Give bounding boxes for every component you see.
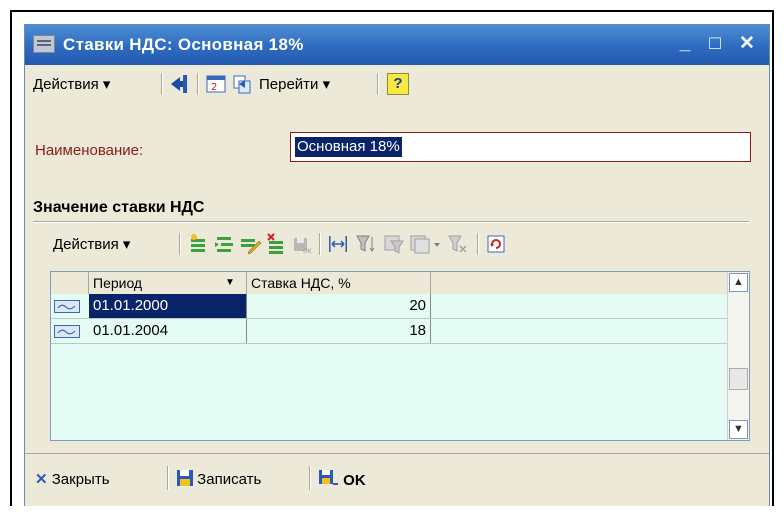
table-actions-label: Действия (53, 236, 119, 253)
header-rate[interactable]: Ставка НДС, % (247, 272, 431, 294)
minimize-button[interactable]: _ (673, 32, 697, 56)
svg-text:2: 2 (211, 82, 217, 93)
transfer-icon[interactable] (231, 73, 253, 95)
row-icon-cell (51, 294, 89, 318)
table-toolbar: Действия ▾ OK (27, 227, 767, 261)
toolbar-separator (179, 233, 181, 255)
scroll-up-icon[interactable]: ▲ (729, 273, 748, 292)
toolbar-separator (197, 73, 199, 95)
row-icon-cell (51, 319, 89, 343)
clear-filter-icon[interactable] (447, 233, 469, 255)
header-icon-column (51, 272, 89, 294)
save-close-icon (319, 470, 338, 485)
table-empty-area (51, 344, 727, 440)
toolbar-separator (477, 233, 479, 255)
table-row[interactable]: 01.01.2004 18 (51, 319, 727, 344)
scroll-thumb[interactable] (729, 368, 748, 390)
table-header: Период ▼ Ставка НДС, % (51, 272, 727, 295)
scroll-down-icon[interactable]: ▼ (729, 420, 748, 439)
catalog-icon (33, 35, 55, 53)
toolbar-separator (167, 466, 169, 490)
cell-period[interactable]: 01.01.2000 (89, 294, 247, 318)
calendar-icon[interactable]: 2 (205, 73, 227, 95)
toolbar-separator (319, 233, 321, 255)
period-record-icon (54, 300, 80, 313)
vat-rates-table[interactable]: Период ▼ Ставка НДС, % 01.01.2000 20 01.… (50, 271, 750, 441)
add-subrow-icon[interactable] (213, 233, 235, 255)
sort-desc-icon: ▼ (225, 277, 235, 288)
filter-icon[interactable] (383, 233, 405, 255)
name-label: Наименование: (35, 142, 144, 159)
title-bar[interactable]: Ставки НДС: Основная 18% _ □ ✕ (25, 25, 769, 65)
name-input-value: Основная 18% (295, 137, 402, 157)
edit-row-icon[interactable] (239, 233, 262, 255)
goto-menu[interactable]: Перейти ▾ (259, 75, 330, 93)
cell-rate[interactable]: 18 (247, 319, 431, 343)
refresh-icon[interactable] (485, 233, 507, 255)
cell-rate[interactable]: 20 (247, 294, 431, 318)
vat-rates-window: Ставки НДС: Основная 18% _ □ ✕ Действия … (24, 24, 770, 506)
save-button[interactable]: Записать (177, 470, 261, 488)
bottom-bar: ✕ Закрыть Записать OK (25, 453, 769, 506)
name-input[interactable]: Основная 18% (290, 132, 751, 162)
ok-button[interactable]: OK (319, 470, 366, 489)
table-scrollbar[interactable]: ▲ ▼ (727, 272, 749, 440)
toolbar-separator (161, 73, 163, 95)
delete-row-icon[interactable] (265, 233, 287, 255)
toolbar-separator (377, 73, 379, 95)
close-button-label: Закрыть (51, 471, 110, 488)
move-left-icon[interactable] (169, 73, 191, 95)
close-button[interactable]: ✕ Закрыть (35, 470, 110, 488)
close-window-button[interactable]: ✕ (735, 32, 759, 56)
header-period-label: Период (93, 275, 143, 291)
save-disk-icon (177, 470, 193, 486)
actions-menu[interactable]: Действия ▾ (33, 75, 110, 93)
window-title: Ставки НДС: Основная 18% (63, 35, 304, 54)
ok-button-label: OK (343, 472, 366, 489)
actions-menu-label: Действия (33, 76, 99, 93)
close-x-icon: ✕ (35, 471, 48, 488)
save-button-label: Записать (197, 471, 262, 488)
table-row[interactable]: 01.01.2000 20 (51, 294, 727, 319)
goto-menu-label: Перейти (259, 76, 319, 93)
section-title: Значение ставки НДС (33, 199, 205, 216)
period-record-icon (54, 325, 80, 338)
column-width-icon[interactable] (327, 233, 349, 255)
toolbar-separator (309, 466, 311, 490)
add-row-icon[interactable] (187, 233, 209, 255)
cell-period[interactable]: 01.01.2004 (89, 319, 247, 343)
table-actions-menu[interactable]: Действия ▾ (53, 235, 130, 253)
section-divider (33, 221, 749, 223)
filter-sort-icon[interactable] (355, 233, 377, 255)
filter-history-dropdown[interactable] (409, 233, 443, 255)
main-toolbar: Действия ▾ 2 Перейти ▾ ? (27, 67, 767, 101)
save-row-icon[interactable]: OK (291, 233, 313, 255)
help-button[interactable]: ? (387, 73, 409, 95)
header-period[interactable]: Период ▼ (89, 272, 247, 294)
svg-text:OK: OK (303, 248, 313, 255)
maximize-button[interactable]: □ (703, 32, 727, 56)
